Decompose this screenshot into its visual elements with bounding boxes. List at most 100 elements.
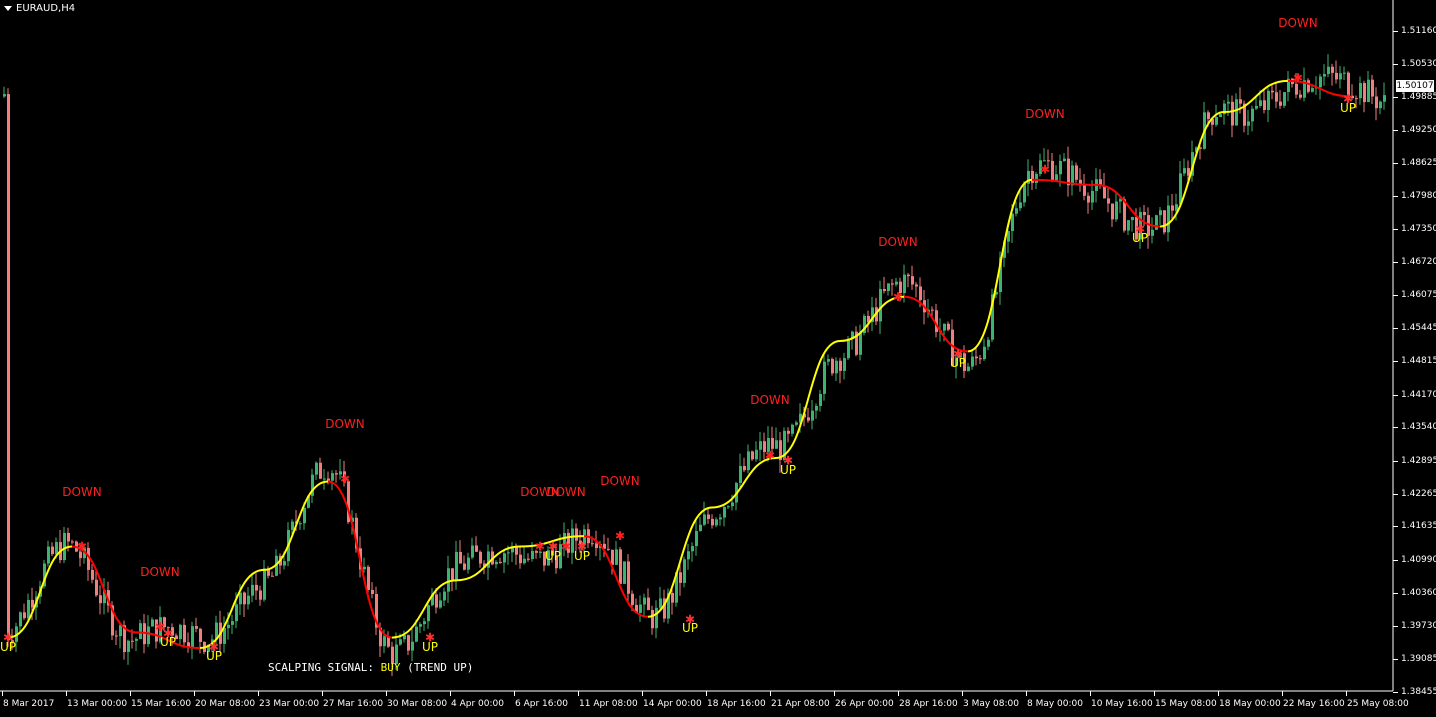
candle-body [67,532,70,542]
symbol-header[interactable]: EURAUD,H4 [4,3,75,14]
price-tick [1393,261,1398,263]
candle-body [195,626,198,629]
signal-star-icon: ✱ [765,448,775,462]
candle-body [1155,215,1158,230]
candle-body [419,624,422,627]
candle-body [719,517,722,520]
trend-segment [263,480,329,571]
time-label: 18 May 00:00 [1219,699,1281,709]
price-tick [1393,162,1398,164]
signal-down-label: DOWN [62,484,102,499]
signal-down-label: DOWN [140,565,180,580]
candle-body [467,557,470,570]
signal-down-label: DOWN [325,416,365,431]
candle-body [731,502,734,507]
candle-body [827,359,830,362]
candle-body [687,551,690,560]
candle-body [1043,160,1046,162]
time-label: 18 Apr 16:00 [707,699,766,709]
candlestick-series [3,54,1386,676]
candle-body [1359,83,1362,99]
time-tick [642,691,643,696]
candle-body [627,561,630,594]
trend-segment [199,568,265,649]
candle-body [643,597,646,605]
candle-body [1159,210,1162,216]
time-label: 11 Apr 08:00 [579,699,638,709]
candle-body [915,284,918,287]
candle-body [1239,99,1242,104]
candle-body [1067,158,1070,186]
candle-body [115,635,118,637]
candle-body [1151,229,1154,236]
signal-star-icon: ✱ [561,540,571,554]
candle-body [1087,195,1090,203]
candle-body [975,356,978,359]
candle-body [983,346,986,360]
price-chart-canvas[interactable]: ✱✱✱✱✱✱✱✱ ✱ ✱ ✱✱✱✱ ✱✱✱✱✱✱✱ [0,0,1436,717]
price-label: 1.40990 [1401,555,1436,566]
trend-segment [71,545,137,634]
candle-body [63,532,66,561]
signal-up-label: UP [544,548,562,563]
candle-body [531,550,534,560]
time-tick [1346,691,1347,696]
candle-body [1119,199,1122,202]
time-label: 30 Mar 08:00 [387,699,448,709]
candle-body [227,624,230,629]
candle-body [335,473,338,475]
time-label: 15 May 08:00 [1155,699,1217,709]
candle-body [463,563,466,570]
price-label: 1.42895 [1401,455,1436,466]
candle-body [1227,101,1230,104]
candle-body [903,274,906,294]
time-tick [898,691,899,696]
candle-body [243,592,246,605]
dropdown-triangle-icon[interactable] [4,6,12,11]
signal-up-label: UP [573,548,591,563]
candle-body [507,552,510,554]
price-tick [1393,659,1398,661]
price-tick [1393,130,1398,132]
signal-star-icon: ✱ [893,290,903,304]
candle-body [819,393,822,406]
candle-body [611,549,614,565]
candle-body [739,466,742,483]
signal-up-label: UP [205,648,223,663]
candle-body [647,597,650,611]
candle-body [523,558,526,564]
candle-body [1071,165,1074,186]
candle-body [791,424,794,434]
price-tick [1393,394,1398,396]
candle-body [447,568,450,592]
candle-body [1215,116,1218,125]
candle-body [235,604,238,622]
time-label: 27 Mar 16:00 [323,699,384,709]
price-label: 1.50530 [1401,58,1436,69]
candle-body [1235,99,1238,126]
candle-body [1275,92,1278,102]
candle-body [27,599,30,619]
candle-body [327,478,330,481]
candle-body [515,546,518,555]
trend-segment [7,545,73,639]
candle-body [1295,83,1298,95]
price-tick [1393,625,1398,627]
candle-body [363,566,366,570]
time-label: 21 Apr 08:00 [771,699,830,709]
candle-body [1179,173,1182,205]
time-tick [322,691,323,696]
time-tick [770,691,771,696]
current-price-badge: 1.50107 [1396,79,1434,92]
candle-body [839,360,842,371]
candle-body [1051,160,1054,181]
time-label: 26 Apr 00:00 [835,699,894,709]
price-tick [1393,526,1398,528]
price-label: 1.39085 [1401,654,1436,665]
candle-body [831,359,834,374]
candle-body [1259,100,1262,106]
candle-body [423,621,426,625]
time-label: 28 Apr 16:00 [899,699,958,709]
price-label: 1.44815 [1401,356,1436,367]
trend-segment [967,178,1033,353]
